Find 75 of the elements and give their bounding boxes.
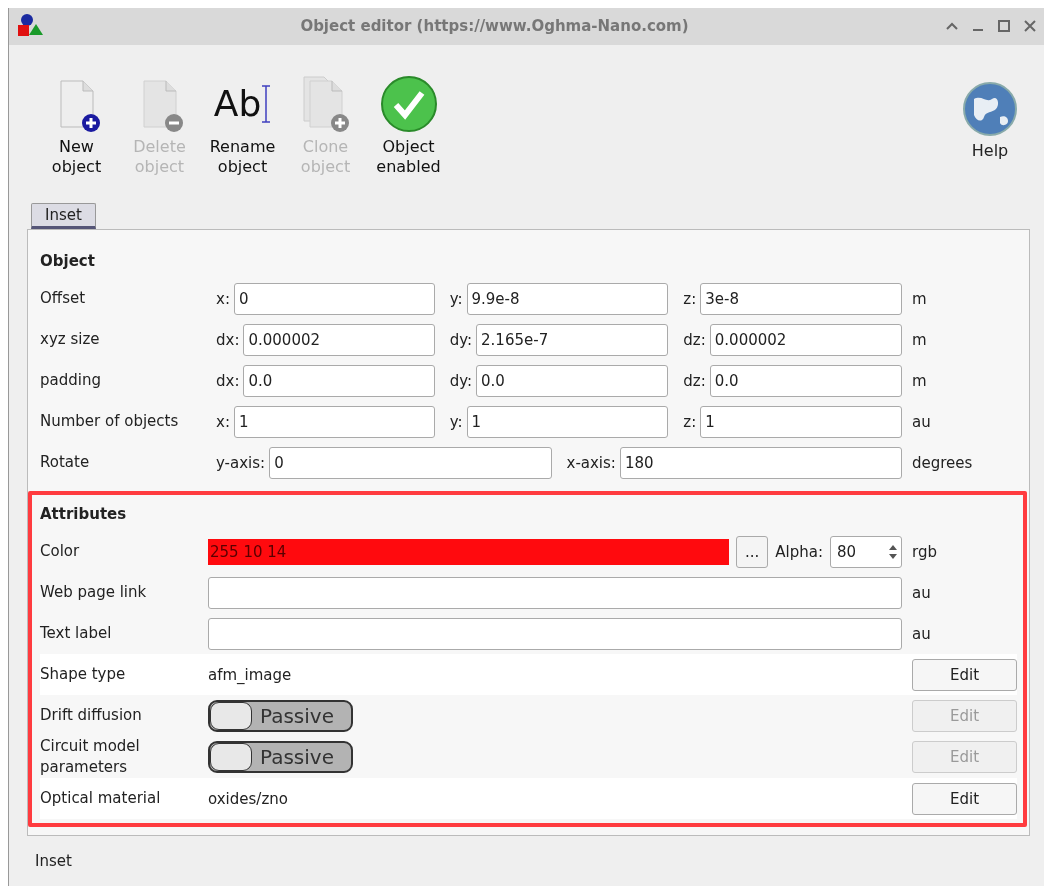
axis-label: dx:: [216, 330, 240, 349]
axis-label: x:: [216, 289, 230, 308]
field-label: Text label: [40, 623, 113, 645]
text-field[interactable]: [208, 576, 902, 609]
unit-label: m: [912, 289, 927, 308]
status-text: Inset: [34, 851, 73, 873]
number-field[interactable]: 1: [233, 405, 435, 438]
number-field[interactable]: 0.0: [243, 364, 435, 397]
toolbar-button[interactable]: Object enabled: [367, 74, 450, 177]
number-field[interactable]: 0.000002: [709, 323, 902, 356]
axis-label: y:: [449, 412, 463, 431]
window-title: Object editor (https://www.Oghma-Nano.com): [299, 17, 690, 36]
close-icon[interactable]: [1024, 20, 1036, 33]
number-field[interactable]: 0: [233, 282, 435, 315]
field-label: Rotate: [40, 452, 91, 474]
axis-label: dz:: [683, 330, 706, 349]
alpha-label: Alpha:: [775, 542, 823, 561]
unit-label: au: [912, 624, 931, 643]
number-field[interactable]: 9.9e-8: [466, 282, 669, 315]
axis-label: dy:: [449, 330, 473, 349]
toggle-switch[interactable]: Passive: [208, 741, 353, 774]
axis-label: y-axis:: [216, 453, 266, 472]
axis-label: y:: [449, 289, 463, 308]
field-label: Circuit model parameters: [40, 736, 141, 779]
edit-button[interactable]: Edit: [912, 658, 1017, 691]
axis-label: x:: [216, 412, 230, 431]
unit-label: au: [912, 583, 931, 602]
number-field[interactable]: 1: [700, 405, 902, 438]
number-field[interactable]: 0.0: [709, 364, 902, 397]
axis-label: dx:: [216, 371, 240, 390]
unit-label: degrees: [912, 453, 973, 472]
field-label: Web page link: [40, 582, 148, 604]
checkmark-icon: [379, 74, 438, 133]
toolbar-button[interactable]: Ab Rename object: [201, 74, 284, 177]
section-heading: Object: [40, 251, 96, 273]
globe-icon: [962, 80, 1018, 137]
color-picker-button[interactable]: ...: [736, 535, 769, 568]
field-label: padding: [40, 370, 102, 392]
axis-label: dz:: [683, 371, 706, 390]
field-label: Color: [40, 541, 81, 563]
maximize-icon[interactable]: [998, 20, 1010, 33]
unit-label: m: [912, 371, 927, 390]
unit-label: m: [912, 330, 927, 349]
color-field[interactable]: 255 10 14: [208, 538, 729, 565]
collapse-icon[interactable]: [946, 22, 958, 31]
toggle-switch[interactable]: Passive: [208, 699, 353, 732]
field-label: Optical material: [40, 788, 162, 810]
number-field[interactable]: 2.165e-7: [476, 323, 669, 356]
field-label: Shape type: [40, 664, 127, 686]
number-field[interactable]: 180: [619, 446, 902, 479]
help-button[interactable]: Help: [950, 80, 1030, 161]
number-field[interactable]: 3e-8: [700, 282, 902, 315]
unit-label: rgb: [912, 542, 937, 561]
field-value: afm_image: [208, 665, 292, 684]
text-field[interactable]: [208, 617, 902, 650]
tab[interactable]: Inset: [31, 203, 96, 230]
number-field[interactable]: 0.000002: [243, 323, 435, 356]
toolbar-button[interactable]: New object: [35, 74, 118, 177]
field-label: Drift diffusion: [40, 705, 143, 727]
axis-label: x-axis:: [566, 453, 616, 472]
section-heading: Attributes: [40, 504, 128, 526]
unit-label: au: [912, 412, 931, 431]
number-field[interactable]: 0: [269, 446, 552, 479]
field-label: xyz size: [40, 329, 101, 351]
field-label: Number of objects: [40, 411, 180, 433]
copy-file-icon: [301, 74, 350, 133]
field-value: oxides/zno: [208, 789, 288, 808]
number-field[interactable]: 0.0: [476, 364, 669, 397]
number-field[interactable]: 1: [466, 405, 669, 438]
field-label: Offset: [40, 288, 87, 310]
edit-button[interactable]: Edit: [912, 782, 1017, 815]
axis-label: z:: [683, 289, 697, 308]
axis-label: z:: [683, 412, 697, 431]
axis-label: dy:: [449, 371, 473, 390]
alpha-spinbox[interactable]: 80: [830, 535, 902, 568]
